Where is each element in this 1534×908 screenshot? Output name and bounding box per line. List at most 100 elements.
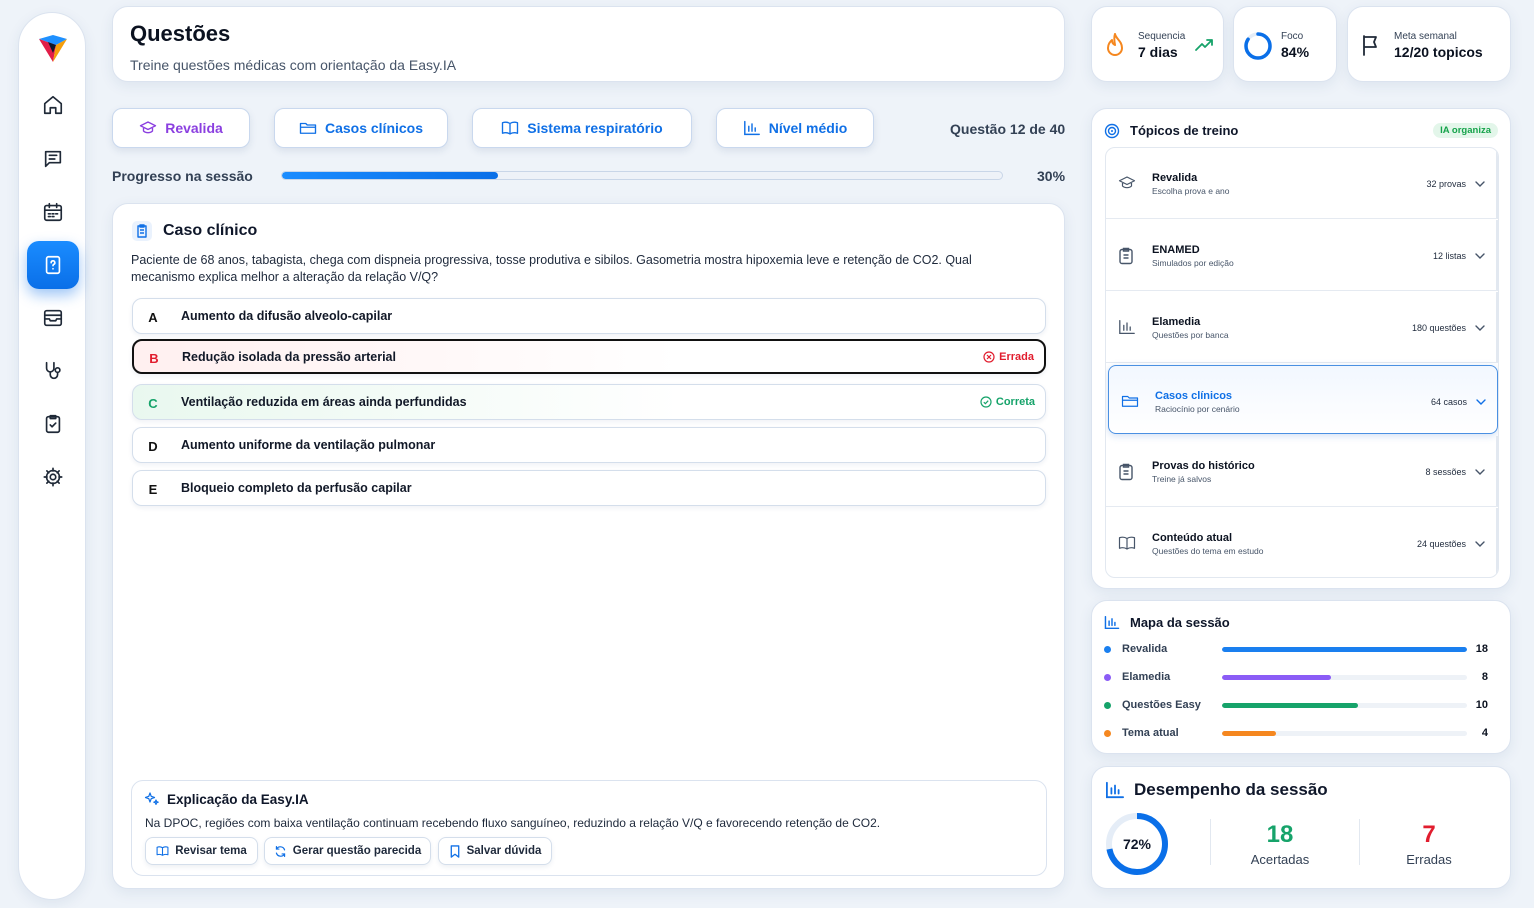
topic-count: 24 questões xyxy=(1416,539,1466,549)
graduation-cap-icon xyxy=(1118,175,1136,191)
ai-explanation-panel: Explicação da Easy.IA Na DPOC, regiões c… xyxy=(131,780,1047,876)
row-value: 18 xyxy=(1475,643,1488,655)
topic-subtitle: Questões por banca xyxy=(1152,330,1229,340)
filter-sistema-respiratorio[interactable]: Sistema respiratório xyxy=(472,108,692,148)
topic-subtitle: Escolha prova e ano xyxy=(1152,186,1230,196)
nav-calendar[interactable] xyxy=(27,188,79,236)
review-topic-button[interactable]: Revisar tema xyxy=(145,837,258,865)
goal-value: 12/20 topicos xyxy=(1394,44,1483,60)
trending-up-icon xyxy=(1195,39,1213,51)
folder-icon xyxy=(1121,393,1139,409)
topic-name: Elamedia xyxy=(1152,316,1201,328)
topic-item[interactable]: Revalida Escolha prova e ano 32 provas xyxy=(1106,148,1498,219)
row-bar-track xyxy=(1222,731,1467,736)
session-map-row: Revalida 18 xyxy=(1104,642,1500,658)
x-circle-icon xyxy=(983,351,995,363)
session-map-row: Tema atual 4 xyxy=(1104,726,1500,742)
option-letter: C xyxy=(148,395,158,411)
row-bar-fill xyxy=(1222,703,1359,708)
streak-label: Sequencia xyxy=(1138,31,1186,42)
session-map-row: Elamedia 8 xyxy=(1104,670,1500,686)
nav-checklist[interactable] xyxy=(27,400,79,448)
topic-item[interactable]: Provas do histórico Treine já salvos 8 ses… xyxy=(1106,436,1498,507)
session-progress-bar xyxy=(281,171,1003,180)
chevron-down-icon xyxy=(1475,325,1485,331)
calendar-icon xyxy=(43,202,63,222)
nav-stethoscope[interactable] xyxy=(27,347,79,395)
save-doubt-button[interactable]: Salvar dúvida xyxy=(438,837,552,865)
topic-item[interactable]: Conteúdo atual Questões do tema em estudo… xyxy=(1106,508,1498,577)
chevron-down-icon xyxy=(1476,399,1486,405)
weekly-goal-card: Meta semanal 12/20 topicos xyxy=(1347,6,1511,82)
row-value: 4 xyxy=(1481,727,1488,739)
series-dot xyxy=(1104,730,1111,737)
nav-home[interactable] xyxy=(27,81,79,129)
generate-similar-button[interactable]: Gerar questão parecida xyxy=(264,837,431,865)
topic-list: Revalida Escolha prova e ano 32 provas ENAM… xyxy=(1105,147,1499,578)
option-b[interactable]: B Redução isolada da pressão arterial Er… xyxy=(132,339,1046,374)
filter-nivel-medio[interactable]: Nível médio xyxy=(716,108,874,148)
book-icon xyxy=(1118,535,1136,551)
flag-icon xyxy=(1363,35,1377,56)
bar-chart-icon xyxy=(1105,781,1124,799)
bar-chart-icon xyxy=(1118,319,1136,335)
option-c[interactable]: C Ventilação reduzida em áreas ainda per… xyxy=(132,384,1046,420)
option-text: Ventilação reduzida em áreas ainda perfu… xyxy=(181,395,467,409)
clipboard-icon xyxy=(1118,463,1134,481)
session-map-panel: Mapa da sessão Revalida 18 Elamedia 8 Questõ… xyxy=(1091,600,1511,754)
ai-badge: IA organiza xyxy=(1433,123,1498,138)
wrong-stat: 7 Erradas xyxy=(1359,821,1499,867)
streak-value: 7 dias xyxy=(1138,44,1178,60)
progress-label: Progresso na sessão xyxy=(112,168,253,184)
option-text: Aumento uniforme da ventilação pulmonar xyxy=(181,438,436,452)
check-circle-icon xyxy=(980,396,992,408)
filter-casos-clinicos[interactable]: Casos clínicos xyxy=(274,108,448,148)
focus-card: Foco 84% xyxy=(1233,6,1337,82)
topic-count: 64 casos xyxy=(1430,397,1467,407)
topics-title: Tópicos de treino xyxy=(1130,123,1239,138)
row-value: 10 xyxy=(1475,699,1488,711)
clipboard-icon xyxy=(1118,247,1134,265)
row-label: Questões Easy xyxy=(1122,699,1201,711)
nav-settings[interactable] xyxy=(27,453,79,501)
topic-subtitle: Questões do tema em estudo xyxy=(1152,546,1264,556)
wrong-count: 7 xyxy=(1422,821,1436,848)
nav-archive[interactable] xyxy=(27,294,79,342)
focus-label: Foco xyxy=(1281,31,1304,42)
wrong-badge: Errada xyxy=(983,351,1034,363)
topic-item[interactable]: ENAMED Simulados por edição 12 listas xyxy=(1106,220,1498,291)
nav-messages[interactable] xyxy=(27,135,79,183)
topic-item[interactable]: Casos clínicos Raciocínio por cenário 64 c… xyxy=(1108,365,1498,434)
topic-count: 12 listas xyxy=(1432,251,1466,261)
row-label: Tema atual xyxy=(1122,727,1179,739)
session-performance-panel: Desempenho da sessão 72% 18 Acertadas 7 … xyxy=(1091,766,1511,889)
correct-stat: 18 Acertadas xyxy=(1210,821,1350,867)
case-title: Caso clínico xyxy=(163,222,258,239)
progress-fill xyxy=(282,172,498,179)
session-map-row: Questões Easy 10 xyxy=(1104,698,1500,714)
topic-name: Provas do histórico xyxy=(1152,460,1255,472)
app-logo[interactable] xyxy=(36,31,70,65)
button-label: Gerar questão parecida xyxy=(292,845,422,857)
focus-value: 84% xyxy=(1281,44,1310,60)
filter-label: Casos clínicos xyxy=(324,120,424,136)
nav-questions[interactable] xyxy=(27,241,79,289)
sidebar xyxy=(18,12,86,900)
sparkles-icon xyxy=(144,792,159,805)
question-counter: Questão 12 de 40 xyxy=(950,121,1066,137)
topic-name: Conteúdo atual xyxy=(1152,532,1233,544)
option-d[interactable]: D Aumento uniforme da ventilação pulmona… xyxy=(132,427,1046,463)
wrong-label: Errada xyxy=(999,351,1034,363)
clipboard-check-icon xyxy=(45,414,61,434)
filter-revalida[interactable]: Revalida xyxy=(112,108,250,148)
option-e[interactable]: E Bloqueio completo da perfusão capilar xyxy=(132,470,1046,506)
button-label: Revisar tema xyxy=(175,845,247,857)
question-stem: Paciente de 68 anos, tabagista, chega co… xyxy=(131,253,972,284)
correct-badge: Correta xyxy=(980,396,1035,408)
filter-label: Revalida xyxy=(165,120,223,136)
option-a[interactable]: A Aumento da difusão alveolo-capilar xyxy=(132,298,1046,334)
option-letter: A xyxy=(148,309,158,325)
topic-item[interactable]: Elamedia Questões por banca 180 questões xyxy=(1106,292,1498,363)
topic-subtitle: Simulados por edição xyxy=(1152,258,1234,268)
chevron-down-icon xyxy=(1475,469,1485,475)
